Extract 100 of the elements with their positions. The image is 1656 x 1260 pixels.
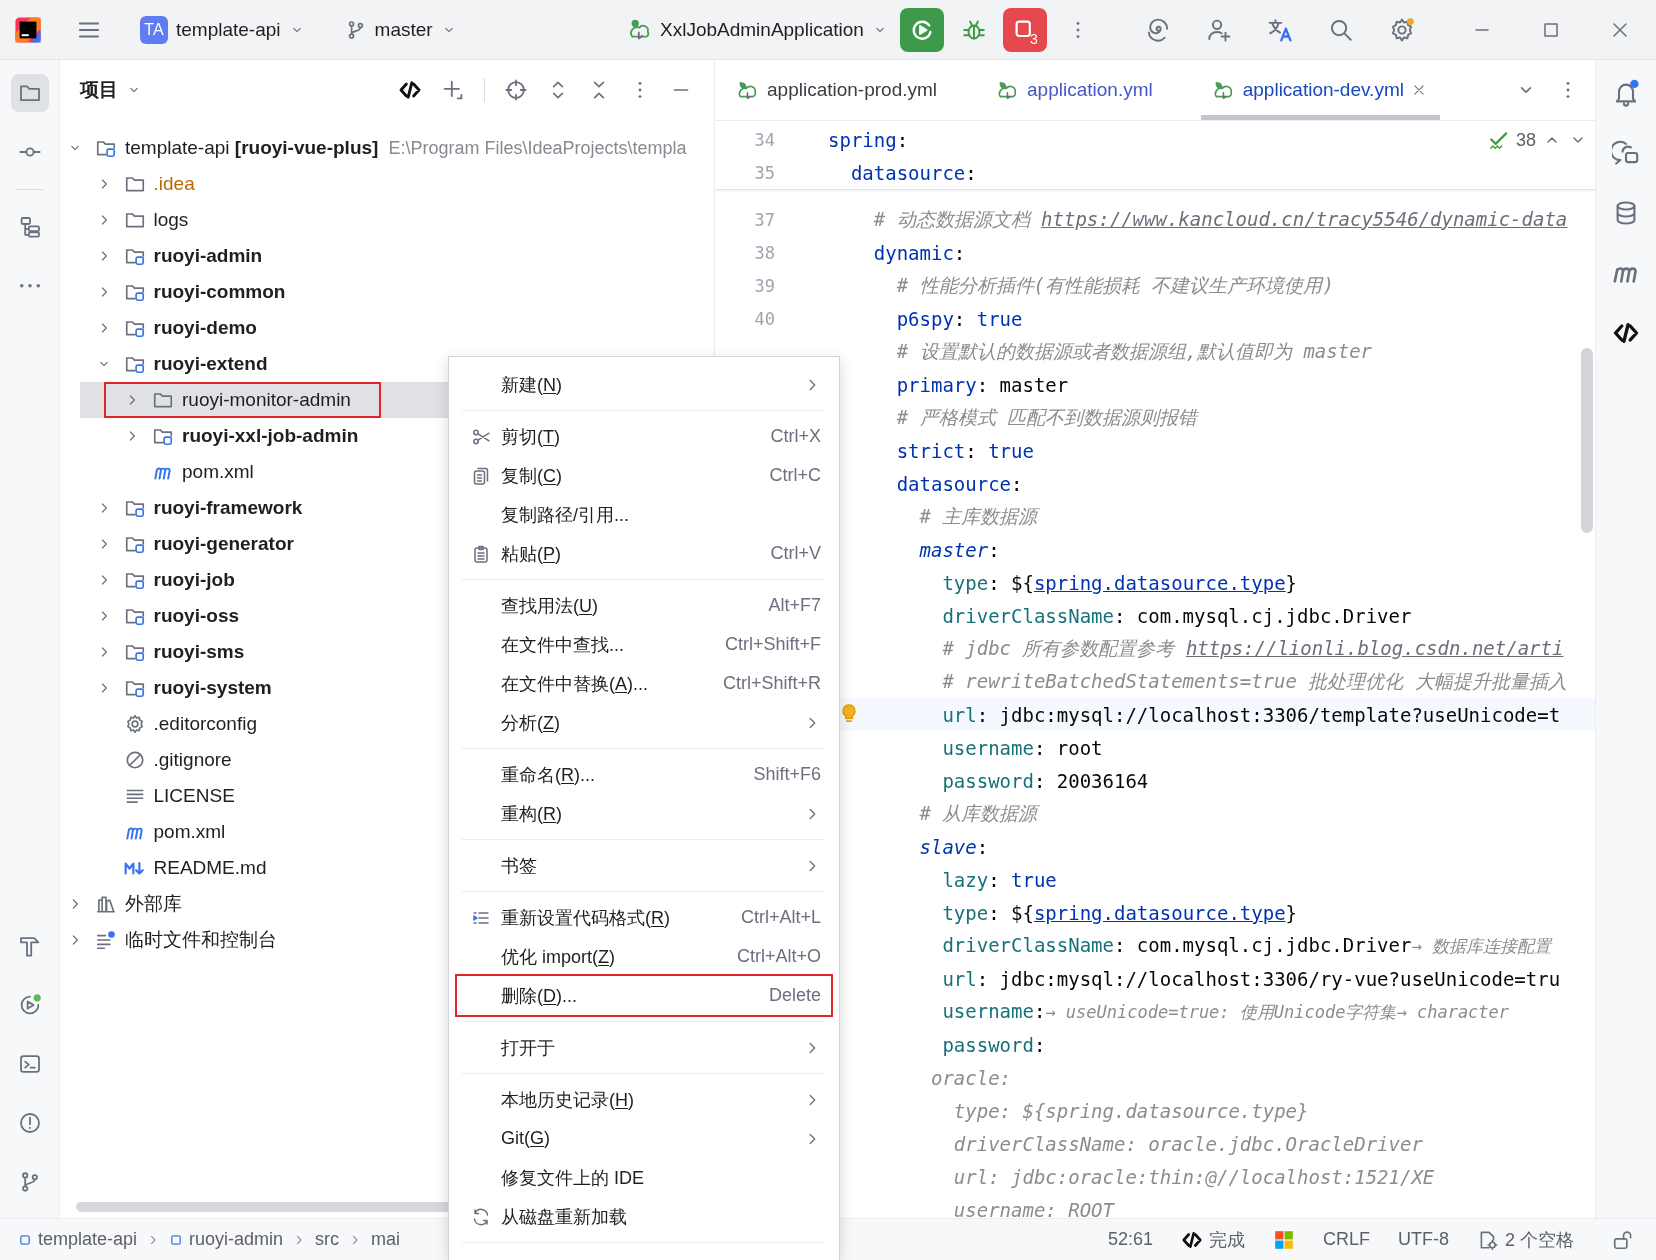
menu-item[interactable]: 从磁盘重新加载 (461, 1197, 827, 1236)
code-line: url: jdbc:oracle:thin:@//localhost:1521/XE (953, 1165, 1435, 1188)
menu-item[interactable]: 在文件中替换(A)... Ctrl+Shift+R (461, 664, 827, 703)
menu-item[interactable]: 新建(N) (461, 365, 827, 404)
tree-item[interactable]: pom.xml (60, 814, 226, 850)
menu-item[interactable]: 删除(D)... Delete (461, 976, 827, 1015)
module-icon (18, 1232, 32, 1247)
code-link-icon[interactable] (398, 78, 422, 102)
code-line: # 从库数据源 (919, 800, 1038, 826)
code-line: datasource: (850, 161, 977, 184)
editor-tab[interactable]: application-prod.yml (725, 60, 952, 120)
add-icon[interactable] (441, 78, 465, 102)
line-number: 40 (753, 308, 775, 329)
assistant-status[interactable]: 完成 (1180, 1227, 1245, 1252)
tree-item[interactable]: ruoyi-extend (60, 346, 268, 382)
scrollbar-thumb[interactable] (1581, 348, 1593, 533)
tree-item[interactable]: ruoyi-sms (60, 634, 245, 670)
code-line: # 动态数据源文档 https://www.kancloud.cn/tracy5546/dynamic-data (873, 206, 1568, 232)
menu-item[interactable]: 重新设置代码格式(R) Ctrl+Alt+L (461, 898, 827, 937)
line-number: 39 (753, 275, 775, 296)
tree-item[interactable]: 临时文件和控制台 (60, 922, 277, 958)
code-line: type: ${spring.datasource.type} (942, 901, 1298, 924)
target-icon[interactable] (504, 78, 528, 102)
tree-item[interactable]: .editorconfig (60, 706, 257, 742)
menu-item[interactable]: 复制路径/引用... (461, 495, 827, 534)
project-selector[interactable]: TA template-api (140, 15, 305, 44)
app-logo-icon (14, 15, 42, 44)
panel-title[interactable]: 项目 (80, 77, 142, 103)
four-squares-icon[interactable] (1272, 1228, 1295, 1251)
tree-item[interactable]: ruoyi-demo (60, 310, 257, 346)
translate-icon[interactable] (1267, 16, 1293, 43)
spiral-icon[interactable] (1145, 16, 1171, 43)
tree-item[interactable]: ruoyi-common (60, 274, 286, 310)
tree-item[interactable]: ruoyi-xxl-job-admin (60, 418, 359, 454)
tree-item[interactable]: README.md (60, 850, 267, 886)
menu-item[interactable]: 修复文件上的 IDE (461, 1158, 827, 1197)
breadcrumb[interactable]: template-api (18, 1229, 138, 1250)
inspection-widget[interactable]: 38 (1487, 129, 1588, 151)
menu-item[interactable]: 书签 (461, 846, 827, 885)
breadcrumb[interactable]: src (315, 1229, 340, 1250)
branch-selector[interactable]: master (344, 18, 457, 41)
module-icon (169, 1232, 184, 1247)
menu-item[interactable]: 打开于 (461, 1028, 827, 1067)
menu-item[interactable]: Git(G) (461, 1119, 827, 1158)
code-line: url: jdbc:mysql://localhost:3306/template?useUnicode=t (942, 703, 1561, 726)
indent-setting[interactable]: 2 个空格 (1477, 1227, 1574, 1252)
check-icon (1487, 129, 1510, 151)
breadcrumb[interactable]: mai (371, 1229, 401, 1250)
tree-item[interactable]: 外部库 (60, 886, 182, 922)
menu-item[interactable]: 查找用法(U) Alt+F7 (461, 586, 827, 625)
tree-item[interactable]: template-api [ruoyi-vue-plus] E:\Program Files\IdeaProjects\templa (60, 130, 687, 166)
tree-item[interactable]: ruoyi-framework (60, 490, 303, 526)
menu-item[interactable]: 重构(R) (461, 794, 827, 833)
cursor-position[interactable]: 52:61 (1107, 1229, 1153, 1250)
tree-item[interactable]: logs (60, 202, 189, 238)
tree-item[interactable]: ruoyi-admin (60, 238, 263, 274)
tool-window-button[interactable] (10, 74, 49, 112)
code-line: username:→ useUnicode=true: 使用Unicode字符集→ character (942, 999, 1510, 1024)
tree-item[interactable]: .idea (60, 166, 195, 202)
tree-item[interactable]: ruoyi-job (60, 562, 235, 598)
chat-icon[interactable] (1612, 139, 1640, 167)
editor-tab[interactable]: application-dev.yml (1200, 60, 1440, 120)
code-line: spring: (828, 128, 909, 151)
menu-item[interactable]: 本地历史记录(H) (461, 1080, 827, 1119)
tree-item[interactable]: ruoyi-oss (60, 598, 240, 634)
tree-item[interactable]: ruoyi-system (60, 670, 272, 706)
tree-item[interactable]: pom.xml (60, 454, 254, 490)
menu-item[interactable]: 复制(C) Ctrl+C (461, 456, 827, 495)
code-line: # 设置默认的数据源或者数据源组,默认值即为 master (896, 338, 1373, 364)
code-line: strict: true (896, 439, 1034, 462)
menu-item[interactable]: 优化 import(Z) Ctrl+Alt+O (461, 937, 827, 976)
tree-item[interactable]: LICENSE (60, 778, 235, 814)
breadcrumb[interactable]: ruoyi-admin (169, 1229, 284, 1250)
menu-item[interactable]: 粘贴(P) Ctrl+V (461, 534, 827, 573)
code-line: # jdbc 所有参数配置参考 https://lionli.blog.csdn.net/arti (942, 635, 1564, 661)
copy-icon (471, 465, 491, 486)
code-line: # 性能分析插件(有性能损耗 不建议生产环境使用) (896, 272, 1334, 298)
lock-icon[interactable] (1612, 1228, 1634, 1251)
code-line: driverClassName: com.mysql.cj.jdbc.Driver→ 数据库连接配置 (942, 933, 1551, 958)
more-icon (18, 283, 41, 289)
editor-tab[interactable]: application.yml (985, 60, 1167, 120)
menu-item[interactable]: 剪切(T) Ctrl+X (461, 417, 827, 456)
code-line: password: 20036164 (942, 769, 1149, 792)
run-configuration-selector[interactable]: XxlJobAdminApplication (628, 17, 888, 42)
line-number: 34 (753, 129, 775, 150)
clipboard-icon (471, 543, 491, 564)
line-separator[interactable]: CRLF (1322, 1229, 1370, 1250)
menu-item[interactable]: 在文件中查找... Ctrl+Shift+F (461, 625, 827, 664)
file-encoding[interactable]: UTF-8 (1398, 1229, 1449, 1250)
code-line: driverClassName: oracle.jdbc.OracleDriver (953, 1132, 1423, 1155)
stop-button[interactable]: 3 (1002, 7, 1047, 52)
close-icon[interactable] (1411, 83, 1426, 97)
code-line: type: ${spring.datasource.type} (953, 1099, 1309, 1122)
run-button[interactable] (899, 7, 944, 52)
settings-icon[interactable] (1389, 16, 1415, 43)
menu-item[interactable]: 重命名(R)... Shift+F6 (461, 755, 827, 794)
tree-item[interactable]: .gitignore (60, 742, 232, 778)
tree-item[interactable]: ruoyi-generator (60, 526, 294, 562)
path-text: E:\Program Files\IdeaProjects\templa (388, 137, 687, 159)
menu-item[interactable]: 分析(Z) (461, 703, 827, 742)
